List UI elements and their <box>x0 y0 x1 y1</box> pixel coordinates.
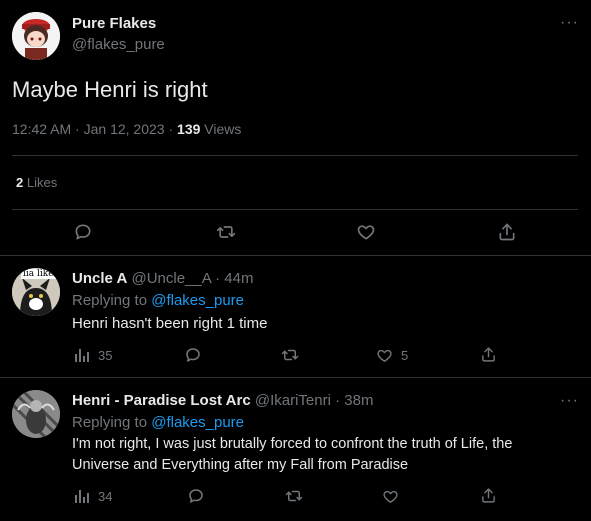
views-label: Views <box>204 121 242 137</box>
likes-count: 5 <box>401 348 409 363</box>
meta-separator: · <box>215 270 221 287</box>
reply-button[interactable] <box>73 222 93 242</box>
divider <box>0 377 591 378</box>
meta-separator: · <box>75 121 80 137</box>
like-icon <box>357 225 375 240</box>
tweet-meta: 12:42 AM · Jan 12, 2023 · 139 Views <box>12 121 241 137</box>
reply-button[interactable] <box>184 346 202 364</box>
analytics-icon <box>75 490 89 503</box>
share-icon <box>482 347 495 362</box>
reply-time[interactable]: 44m <box>224 270 253 287</box>
like-stat[interactable]: 5 <box>376 347 408 364</box>
avatar-caption: lia liker <box>21 269 60 279</box>
views-stat[interactable]: 35 <box>74 347 112 363</box>
likes-stat[interactable]: 2 Likes <box>16 175 57 190</box>
author-avatar[interactable] <box>12 12 60 60</box>
analytics-icon <box>75 349 89 362</box>
reply-avatar[interactable] <box>12 390 60 438</box>
reply-text-line: I'm not right, I was just brutally force… <box>72 436 513 452</box>
reply-icon <box>75 224 91 240</box>
meta-separator: · <box>335 392 341 409</box>
reply-text-line: Universe and Everything after my Fall fr… <box>72 457 409 473</box>
replying-label: Replying to <box>72 292 148 309</box>
retweet-button[interactable] <box>280 346 300 364</box>
views-count: 139 <box>177 121 201 137</box>
retweet-button[interactable] <box>215 222 237 242</box>
share-button[interactable] <box>480 346 497 363</box>
reply-avatar[interactable]: lia liker <box>12 268 60 316</box>
like-icon <box>377 349 392 362</box>
share-icon <box>499 223 515 241</box>
divider <box>0 255 591 256</box>
reply-icon <box>189 489 203 503</box>
views-stat[interactable]: 34 <box>74 488 112 504</box>
retweet-icon <box>285 490 303 502</box>
author-handle[interactable]: @flakes_pure <box>72 36 165 53</box>
more-options-icon[interactable]: ··· <box>560 393 579 409</box>
meta-separator: · <box>168 121 174 137</box>
reply-icon <box>186 348 200 362</box>
likes-count: 2 <box>16 175 24 190</box>
share-button[interactable] <box>480 487 497 504</box>
tweet-time[interactable]: 12:42 AM <box>12 121 71 137</box>
like-button[interactable] <box>356 222 376 242</box>
more-options-icon[interactable]: ··· <box>560 15 579 31</box>
retweet-button[interactable] <box>284 487 304 505</box>
replying-to: Replying to @flakes_pure <box>72 414 244 431</box>
reply-header: Uncle A @Uncle__A · 44m <box>72 270 253 287</box>
tweet-text: Maybe Henri is right <box>12 77 208 102</box>
reply-author-name[interactable]: Henri - Paradise Lost Arc <box>72 392 251 409</box>
reply-author-name[interactable]: Uncle A <box>72 270 127 287</box>
reply-button[interactable] <box>187 487 205 505</box>
divider <box>12 155 578 156</box>
retweet-icon <box>281 349 299 361</box>
reply-header: Henri - Paradise Lost Arc @IkariTenri · … <box>72 392 373 409</box>
replying-label: Replying to <box>72 414 148 431</box>
reply-time[interactable]: 38m <box>344 392 373 409</box>
like-icon <box>383 490 398 503</box>
replying-handle-link[interactable]: @flakes_pure <box>151 414 244 431</box>
views-count: 34 <box>98 488 113 504</box>
tweet-date[interactable]: Jan 12, 2023 <box>84 121 165 137</box>
share-icon <box>482 488 495 503</box>
divider <box>12 209 578 210</box>
reply-author-handle[interactable]: @Uncle__A <box>131 270 210 287</box>
likes-label: Likes <box>26 175 58 190</box>
replying-to: Replying to @flakes_pure <box>72 292 244 309</box>
retweet-icon <box>216 226 236 238</box>
share-button[interactable] <box>497 222 517 242</box>
like-button[interactable] <box>382 488 399 505</box>
views-count: 35 <box>98 347 113 363</box>
reply-text: Henri hasn't been right 1 time <box>72 315 268 332</box>
replying-handle-link[interactable]: @flakes_pure <box>151 292 244 309</box>
author-name[interactable]: Pure Flakes <box>72 15 156 32</box>
reply-author-handle[interactable]: @IkariTenri <box>255 392 331 409</box>
